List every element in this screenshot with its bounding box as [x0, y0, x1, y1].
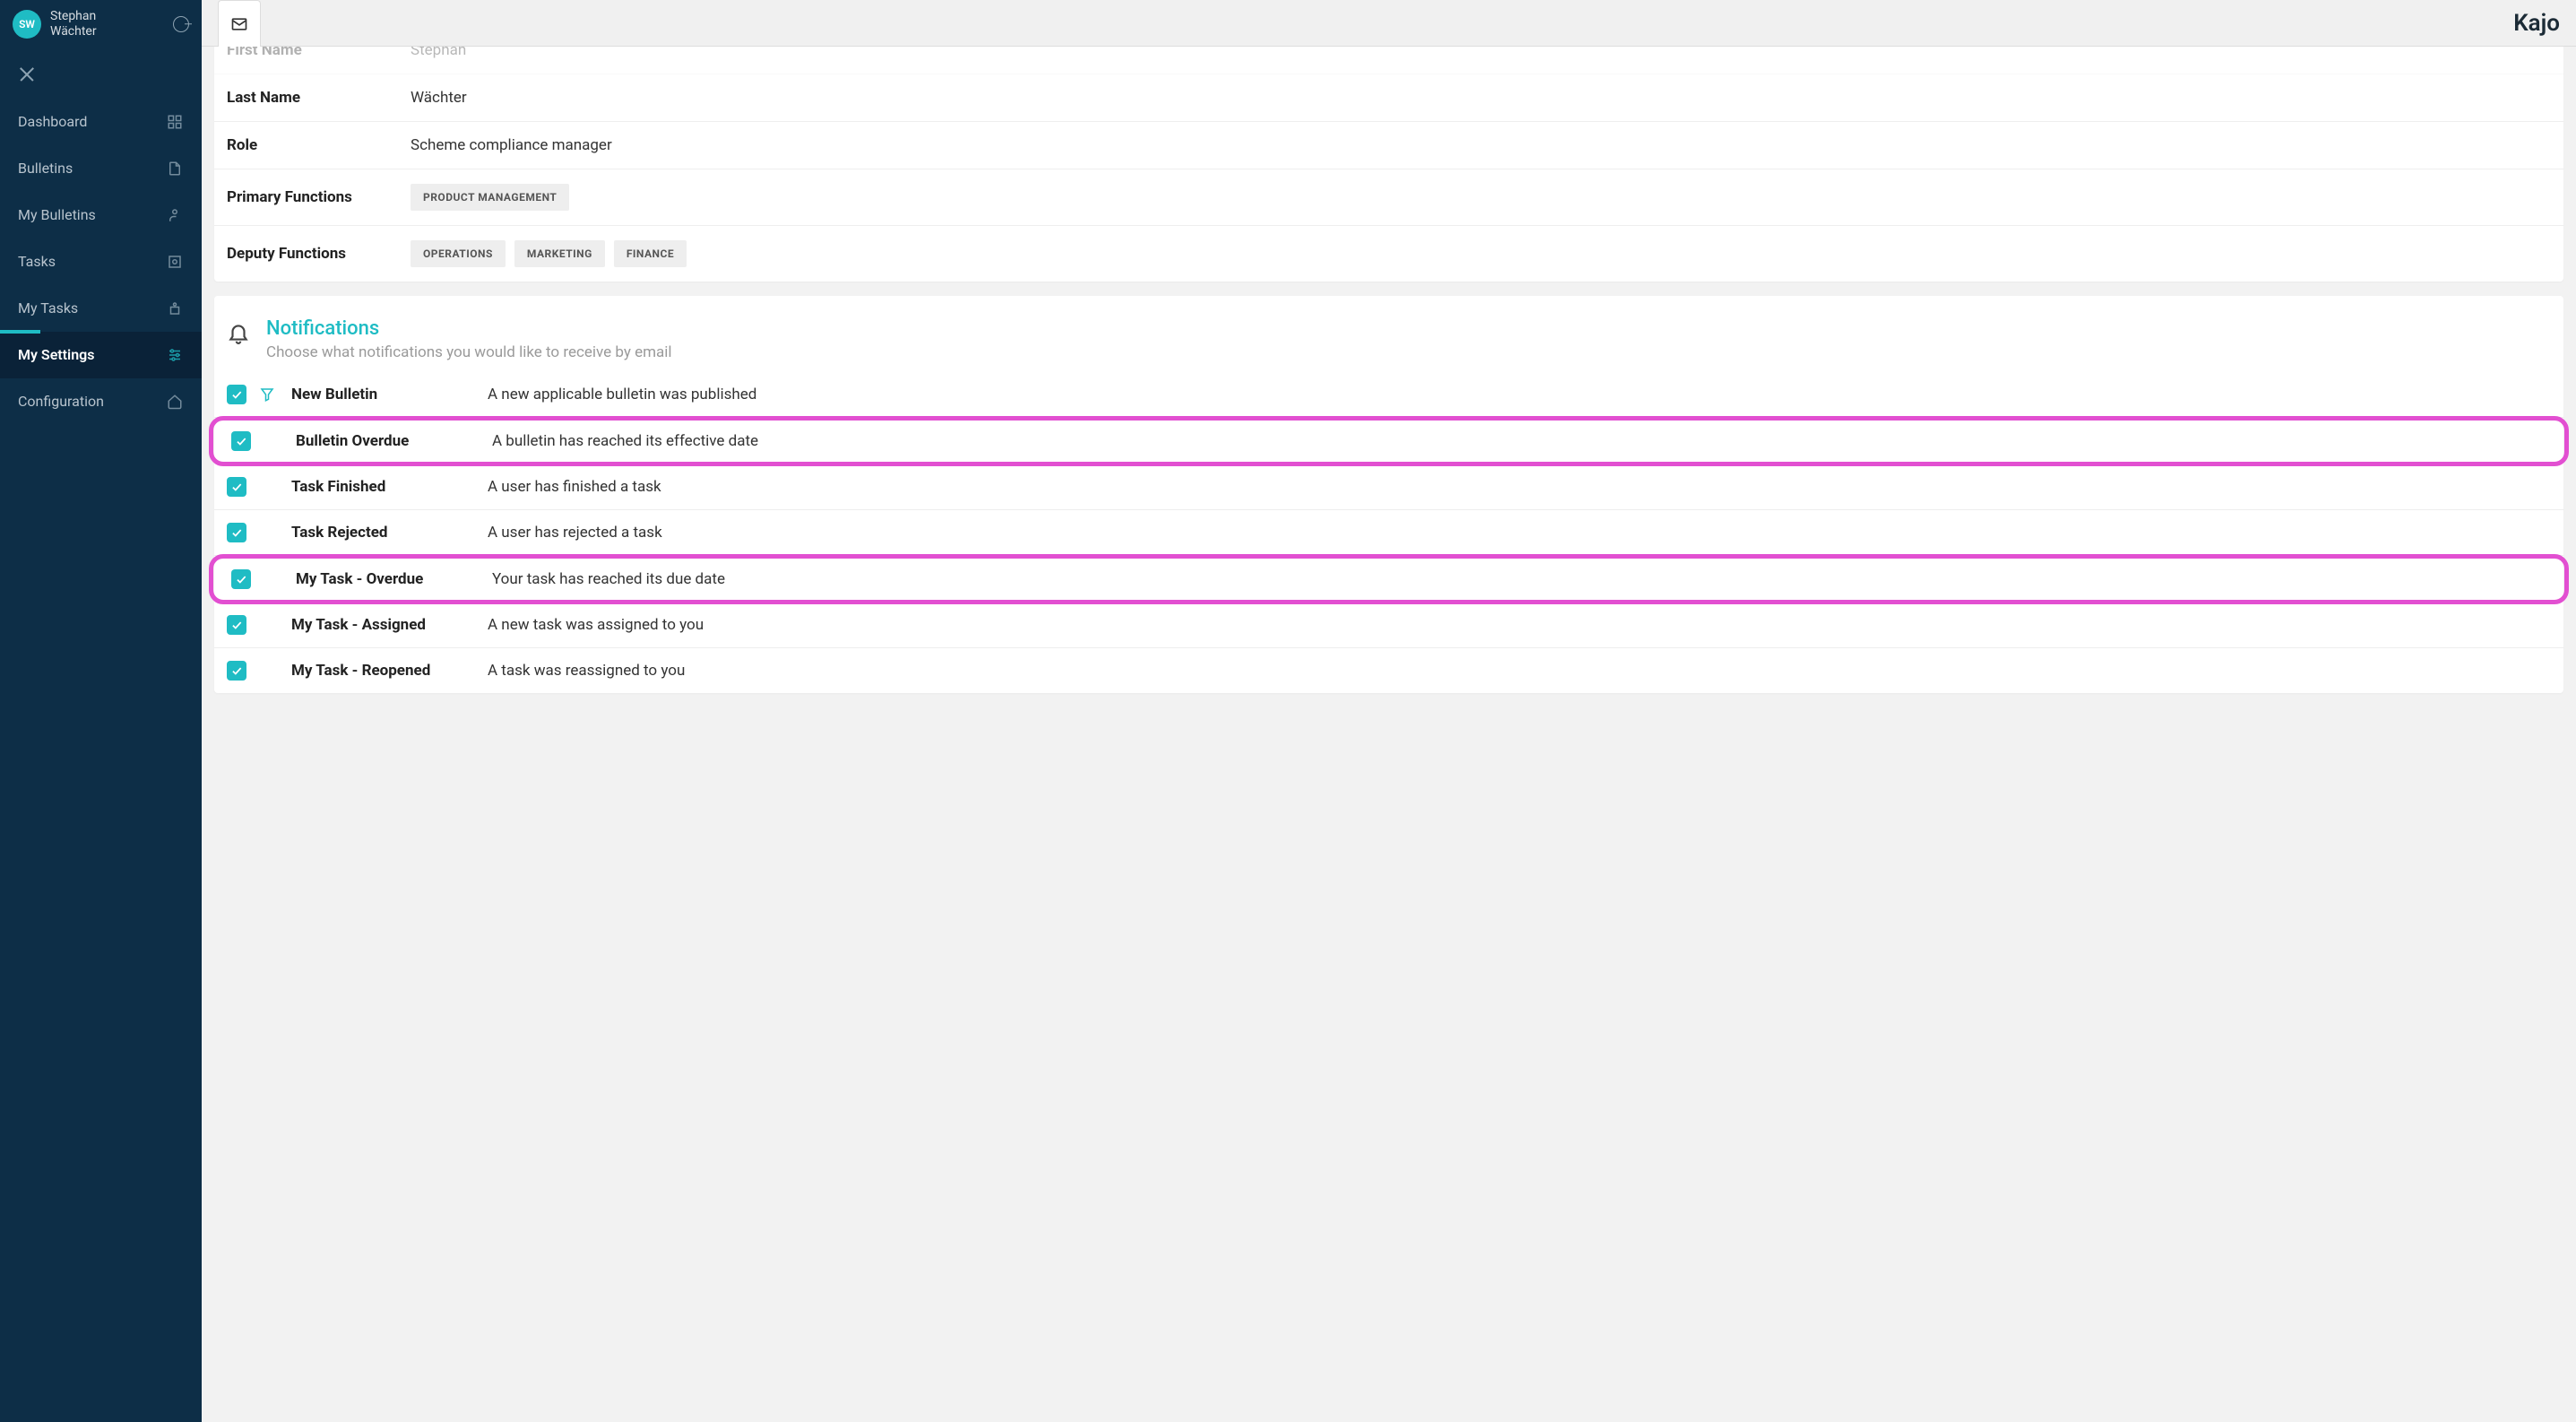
sidebar-close-row — [0, 48, 202, 99]
notification-title: Bulletin Overdue — [296, 432, 480, 450]
checkbox[interactable] — [227, 615, 246, 635]
sidebar-item-bulletins[interactable]: Bulletins — [0, 145, 202, 192]
sidebar: SW Stephan Wächter Dashboard Bulletins M… — [0, 0, 202, 1422]
notification-title: Task Rejected — [291, 524, 475, 542]
checkbox[interactable] — [227, 477, 246, 497]
notification-desc: Your task has reached its due date — [492, 570, 725, 588]
logout-icon[interactable] — [173, 16, 189, 32]
notification-row: Task Rejected A user has rejected a task — [214, 510, 2563, 556]
notification-row: Bulletin Overdue A bulletin has reached … — [209, 416, 2569, 466]
sidebar-user[interactable]: SW Stephan Wächter — [0, 0, 202, 48]
profile-value: Stephan — [411, 47, 466, 59]
notification-row: My Task - Reopened A task was reassigned… — [214, 648, 2563, 693]
document-icon — [166, 160, 184, 178]
profile-row-first-name: First Name Stephan — [214, 47, 2563, 74]
checkbox[interactable] — [231, 431, 251, 451]
main: Kajo First Name Stephan Last Name Wächte… — [202, 0, 2576, 1422]
my-tasks-icon — [166, 299, 184, 317]
notifications-header: Notifications Choose what notifications … — [214, 296, 2563, 372]
user-name: Stephan Wächter — [50, 9, 164, 39]
sidebar-item-label: My Bulletins — [18, 206, 96, 223]
profile-label: Deputy Functions — [227, 245, 411, 263]
sliders-icon — [166, 346, 184, 364]
sidebar-item-label: My Tasks — [18, 299, 78, 316]
sidebar-item-configuration[interactable]: Configuration — [0, 378, 202, 425]
chip: MARKETING — [514, 240, 605, 267]
sidebar-item-tasks[interactable]: Tasks — [0, 238, 202, 285]
profile-row-role: Role Scheme compliance manager — [214, 122, 2563, 169]
chip: OPERATIONS — [411, 240, 506, 267]
notification-desc: A bulletin has reached its effective dat… — [492, 432, 758, 450]
profile-row-last-name: Last Name Wächter — [214, 74, 2563, 122]
sidebar-item-label: Bulletins — [18, 160, 73, 177]
sidebar-item-dashboard[interactable]: Dashboard — [0, 99, 202, 145]
notification-row: New Bulletin A new applicable bulletin w… — [214, 372, 2563, 418]
close-icon[interactable] — [18, 65, 36, 82]
notifications-title: Notifications — [266, 317, 672, 340]
checkbox[interactable] — [231, 569, 251, 589]
sidebar-item-label: My Settings — [18, 346, 94, 363]
profile-label: First Name — [227, 47, 411, 59]
profile-card: First Name Stephan Last Name Wächter Rol… — [214, 47, 2563, 282]
notification-desc: A task was reassigned to you — [488, 662, 685, 680]
profile-label: Role — [227, 136, 411, 154]
bell-icon — [227, 321, 250, 344]
user-last-name: Wächter — [50, 24, 164, 39]
notifications-list: New Bulletin A new applicable bulletin w… — [214, 372, 2563, 693]
notifications-subtitle: Choose what notifications you would like… — [266, 343, 672, 361]
primary-functions-chips: PRODUCT MANAGEMENT — [411, 184, 569, 211]
sidebar-item-label: Dashboard — [18, 113, 87, 130]
notification-row: Task Finished A user has finished a task — [214, 464, 2563, 510]
sidebar-item-label: Configuration — [18, 393, 104, 410]
my-document-icon — [166, 206, 184, 224]
notification-title: My Task - Reopened — [291, 662, 475, 680]
mail-icon — [230, 15, 248, 33]
checkbox[interactable] — [227, 523, 246, 542]
filter-icon[interactable] — [259, 386, 279, 403]
deputy-functions-chips: OPERATIONS MARKETING FINANCE — [411, 240, 687, 267]
notification-row: My Task - Assigned A new task was assign… — [214, 603, 2563, 648]
notification-desc: A user has rejected a task — [488, 524, 662, 542]
profile-value: Wächter — [411, 89, 467, 107]
tasks-icon — [166, 253, 184, 271]
mail-tab[interactable] — [218, 0, 261, 47]
notification-desc: A user has finished a task — [488, 478, 661, 496]
sidebar-item-my-bulletins[interactable]: My Bulletins — [0, 192, 202, 238]
content: First Name Stephan Last Name Wächter Rol… — [202, 47, 2576, 1422]
chip: FINANCE — [614, 240, 687, 267]
checkbox[interactable] — [227, 661, 246, 681]
topbar: Kajo — [202, 0, 2576, 47]
notification-row: My Task - Overdue Your task has reached … — [209, 554, 2569, 604]
notification-title: New Bulletin — [291, 386, 475, 403]
profile-value: Scheme compliance manager — [411, 136, 612, 154]
topbar-left — [218, 0, 261, 47]
chip: PRODUCT MANAGEMENT — [411, 184, 569, 211]
profile-label: Last Name — [227, 89, 411, 107]
notification-title: My Task - Overdue — [296, 570, 480, 588]
dashboard-icon — [166, 113, 184, 131]
home-icon — [166, 393, 184, 411]
profile-row-primary-functions: Primary Functions PRODUCT MANAGEMENT — [214, 169, 2563, 226]
notification-title: My Task - Assigned — [291, 616, 475, 634]
notifications-card: Notifications Choose what notifications … — [214, 296, 2563, 693]
notification-title: Task Finished — [291, 478, 475, 496]
sidebar-item-my-tasks[interactable]: My Tasks — [0, 285, 202, 332]
brand: Kajo — [2513, 10, 2560, 37]
profile-row-deputy-functions: Deputy Functions OPERATIONS MARKETING FI… — [214, 226, 2563, 282]
notification-desc: A new task was assigned to you — [488, 616, 704, 634]
avatar: SW — [13, 10, 41, 39]
profile-label: Primary Functions — [227, 188, 411, 206]
checkbox[interactable] — [227, 385, 246, 404]
notification-desc: A new applicable bulletin was published — [488, 386, 756, 403]
sidebar-item-label: Tasks — [18, 253, 56, 270]
sidebar-item-my-settings[interactable]: My Settings — [0, 332, 202, 378]
sidebar-nav: Dashboard Bulletins My Bulletins Tasks M… — [0, 99, 202, 425]
user-first-name: Stephan — [50, 9, 164, 24]
